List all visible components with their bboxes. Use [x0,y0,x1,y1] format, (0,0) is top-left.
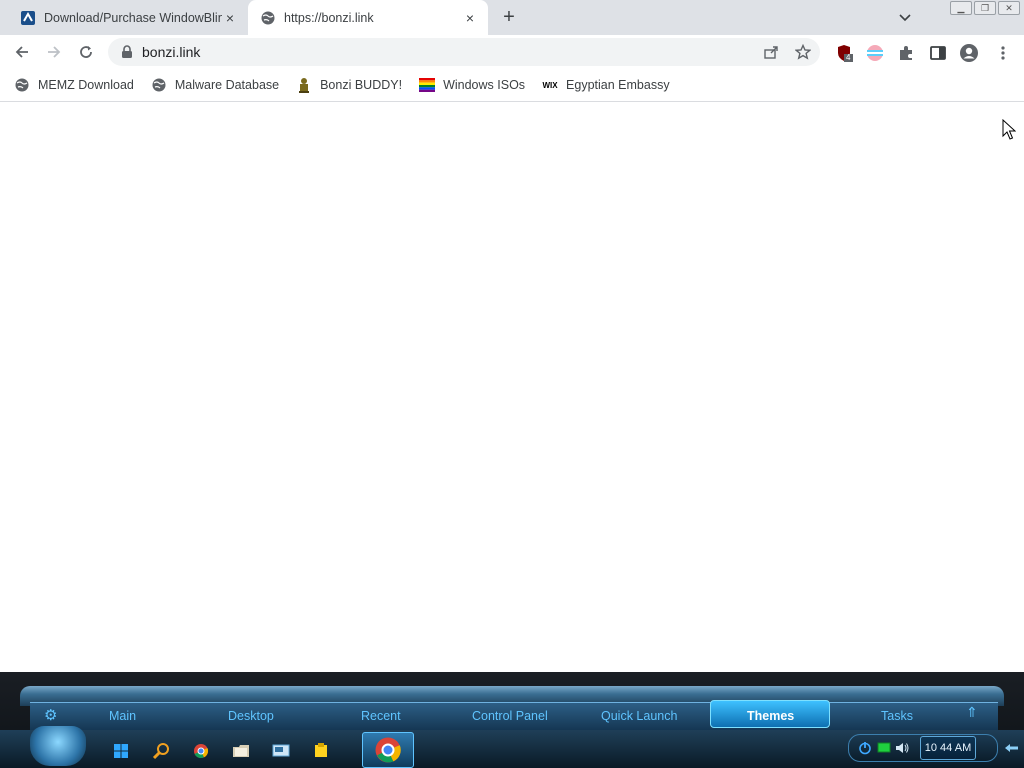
chrome-quicklaunch-icon[interactable] [190,740,212,762]
globe-icon [14,77,30,93]
profile-avatar-icon[interactable] [959,43,979,63]
settings-gear-icon[interactable]: ⚙ [44,706,57,724]
forward-button[interactable] [42,40,66,64]
extension-badge: 4 [846,53,851,62]
back-button[interactable] [10,40,34,64]
bookmarks-bar: MEMZ Download Malware Database Bonzi BUD… [0,69,1024,102]
url-text[interactable]: bonzi.link [142,44,200,60]
new-tab-button[interactable]: + [498,6,520,28]
menu-recent[interactable]: Recent [361,709,401,723]
bookmark-egyptian-embassy[interactable]: WIX Egyptian Embassy [542,77,670,93]
share-icon[interactable] [762,43,780,61]
tab-windowblinds[interactable]: Download/Purchase WindowBlinds × [8,0,248,35]
windowblinds-favicon-icon [20,10,36,26]
bookmark-malware-database[interactable]: Malware Database [151,77,279,93]
restore-button[interactable]: ❐ [974,1,996,15]
reload-icon [80,46,92,58]
tab-bonzi-link[interactable]: https://bonzi.link × [248,0,488,35]
taskbar-clock[interactable]: 10 44 AM [920,736,976,760]
extensions-puzzle-icon[interactable] [896,43,916,63]
power-icon[interactable] [858,741,872,755]
explorer-folder-icon[interactable] [230,740,252,762]
bookmark-memz-download[interactable]: MEMZ Download [14,77,134,93]
menu-quick-launch[interactable]: Quick Launch [601,709,677,723]
bookmark-bonzi-buddy[interactable]: Bonzi BUDDY! [296,77,402,93]
mouse-cursor-icon [1002,118,1017,146]
volume-speaker-icon[interactable] [895,741,909,755]
minimize-button[interactable]: ▁ [950,1,972,15]
chrome-icon [375,737,401,763]
show-desktop-arrow-icon[interactable] [1004,741,1018,755]
tab-close-icon[interactable]: × [462,10,478,26]
tab-title: https://bonzi.link [284,10,374,25]
back-arrow-icon [15,46,28,58]
bookmark-label: Malware Database [174,78,280,92]
side-panel-icon[interactable] [928,43,948,63]
lock-icon[interactable] [120,45,134,59]
window-controls: ▁ ❐ ✕ [950,1,1020,15]
desktop-window-icon[interactable] [270,740,292,762]
menu-kebab-icon[interactable] [993,43,1013,63]
menu-desktop[interactable]: Desktop [228,709,274,723]
windows-start-icon[interactable] [110,740,132,762]
bookmark-windows-isos[interactable]: Windows ISOs [419,77,525,93]
address-bar[interactable]: bonzi.link [108,38,820,66]
globe-favicon-icon [260,10,276,26]
tab-search-chevron-icon[interactable] [896,8,914,26]
start-orb-mascot-icon[interactable] [30,726,86,766]
tab-strip: Download/Purchase WindowBlinds × https:/… [0,0,1024,35]
menu-tasks[interactable]: Tasks [881,709,913,723]
tab-title: Download/Purchase WindowBlinds [44,10,222,25]
collapse-arrow-icon[interactable]: ⇑ [966,704,978,721]
bookmark-label: Windows ISOs [443,78,526,92]
bookmark-star-icon[interactable] [794,43,812,61]
reload-button[interactable] [74,40,98,64]
wix-icon: WIX [542,80,558,90]
globe-icon [151,77,167,93]
close-window-button[interactable]: ✕ [998,1,1020,15]
bookmark-label: MEMZ Download [38,78,134,92]
rainbow-flag-icon [419,77,436,93]
forward-arrow-icon [48,46,61,58]
menu-themes[interactable]: Themes [747,709,794,723]
ublock-extension-icon[interactable]: 4 [834,43,854,63]
taskbar-chrome-app[interactable] [362,732,414,768]
page-content[interactable] [0,103,1024,672]
browser-toolbar: bonzi.link 4 [0,35,1024,69]
tab-close-icon[interactable]: × [222,10,238,26]
bookmark-label: Egyptian Embassy [566,78,670,92]
bonzi-icon [296,77,312,93]
search-magnifier-icon[interactable] [150,740,172,762]
bookmark-label: Bonzi BUDDY! [320,78,403,92]
taskbar: ⚙ Main Desktop Recent Control Panel Quic… [0,672,1024,768]
menu-main[interactable]: Main [109,709,136,723]
menu-control-panel[interactable]: Control Panel [472,709,548,723]
trans-flag-extension-icon[interactable] [865,43,885,63]
sticky-notes-icon[interactable] [310,740,332,762]
network-icon[interactable] [877,741,891,755]
